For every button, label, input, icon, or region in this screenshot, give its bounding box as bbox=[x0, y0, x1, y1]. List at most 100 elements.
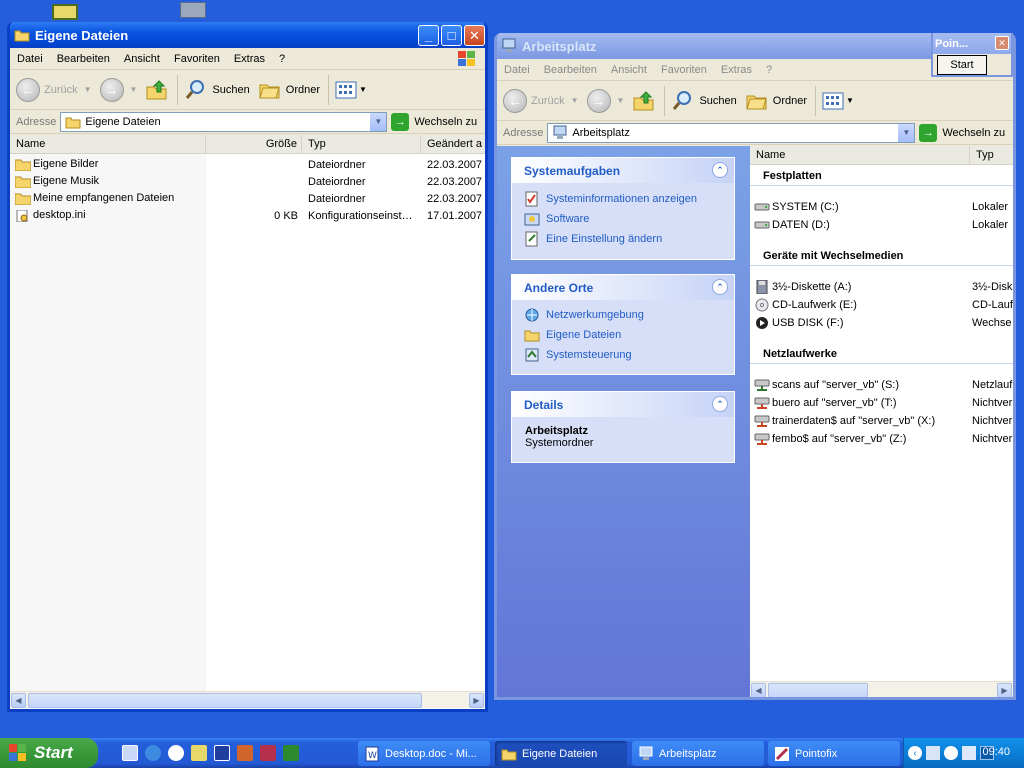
forward-button[interactable]: → ▼ bbox=[99, 77, 137, 102]
go-button[interactable]: → Wechseln zu bbox=[919, 123, 1005, 142]
list-item[interactable]: USB DISK (F:) Wechse bbox=[750, 314, 1013, 332]
menu-extras[interactable]: Extras bbox=[227, 53, 272, 65]
close-button[interactable]: ✕ bbox=[995, 36, 1009, 50]
menu-ansicht[interactable]: Ansicht bbox=[604, 64, 654, 76]
window-title: Arbeitsplatz bbox=[522, 38, 597, 54]
back-button[interactable]: ← Zurück ▼ bbox=[16, 77, 92, 102]
scroll-left-button[interactable]: ◀ bbox=[11, 693, 26, 708]
task-eigene-dateien[interactable]: Eigene Dateien bbox=[495, 741, 627, 766]
drive-list[interactable]: Name Typ Festplatten SYSTEM (C:) Lokaler … bbox=[750, 146, 1013, 697]
list-item[interactable]: scans auf "server_vb" (S:) Netzlauf bbox=[750, 376, 1013, 394]
menu-bearbeiten[interactable]: Bearbeiten bbox=[537, 64, 604, 76]
menu-favoriten[interactable]: Favoriten bbox=[654, 64, 714, 76]
quicklaunch-excel-icon[interactable] bbox=[283, 745, 299, 761]
up-folder-button[interactable] bbox=[632, 89, 656, 113]
scroll-thumb[interactable] bbox=[28, 693, 422, 708]
desktop-icon-clock[interactable] bbox=[52, 4, 78, 20]
list-item[interactable]: fembo$ auf "server_vb" (Z:) Nichtver bbox=[750, 430, 1013, 448]
quicklaunch-show-desktop-icon[interactable] bbox=[122, 745, 138, 761]
quicklaunch-media-icon[interactable] bbox=[168, 745, 184, 761]
address-input[interactable]: Arbeitsplatz ▼ bbox=[547, 122, 916, 143]
task-link[interactable]: Systeminformationen anzeigen bbox=[512, 189, 734, 209]
list-item[interactable]: Eigene Bilder Dateiordner 22.03.2007 bbox=[10, 156, 485, 173]
folders-button[interactable]: Ordner bbox=[745, 89, 807, 113]
column-type[interactable]: Typ bbox=[970, 146, 1013, 164]
menu-help[interactable]: ? bbox=[272, 53, 292, 65]
scroll-thumb[interactable] bbox=[768, 683, 868, 697]
clock[interactable]: 09:40 bbox=[982, 746, 1010, 758]
column-type[interactable]: Typ bbox=[302, 135, 421, 153]
list-item[interactable]: Eigene Musik Dateiordner 22.03.2007 bbox=[10, 173, 485, 190]
task-arbeitsplatz[interactable]: Arbeitsplatz bbox=[632, 741, 764, 766]
quicklaunch-ie-icon[interactable] bbox=[145, 745, 161, 761]
address-dropdown-button[interactable]: ▼ bbox=[897, 123, 915, 142]
tray-network-icon[interactable] bbox=[926, 746, 940, 760]
folders-button[interactable]: Ordner bbox=[258, 78, 320, 102]
menu-help[interactable]: ? bbox=[759, 64, 779, 76]
search-button[interactable]: Suchen bbox=[671, 89, 737, 113]
back-button[interactable]: ← Zurück ▼ bbox=[503, 88, 579, 113]
tray-expand-icon[interactable]: ‹ bbox=[908, 746, 922, 760]
list-item[interactable]: CD-Laufwerk (E:) CD-Lauf bbox=[750, 296, 1013, 314]
menu-extras[interactable]: Extras bbox=[714, 64, 759, 76]
horizontal-scrollbar[interactable]: ◀ ▶ bbox=[750, 681, 1013, 697]
up-folder-button[interactable] bbox=[145, 78, 169, 102]
place-link[interactable]: Systemsteuerung bbox=[512, 345, 734, 365]
collapse-icon[interactable]: ⌃ bbox=[712, 279, 728, 295]
desktop-icon-printer[interactable] bbox=[180, 2, 206, 18]
place-link[interactable]: Netzwerkumgebung bbox=[512, 305, 734, 325]
folder-icon bbox=[15, 176, 31, 188]
views-button[interactable]: ▼ bbox=[822, 91, 854, 111]
list-item[interactable]: DATEN (D:) Lokaler bbox=[750, 216, 1013, 234]
column-date[interactable]: Geändert a bbox=[421, 135, 485, 153]
minimize-button[interactable]: _ bbox=[418, 25, 439, 46]
place-link[interactable]: Eigene Dateien bbox=[512, 325, 734, 345]
forward-button[interactable]: → ▼ bbox=[586, 88, 624, 113]
close-button[interactable]: ✕ bbox=[464, 25, 485, 46]
list-item[interactable]: desktop.ini 0 KB Konfigurationseinst… 17… bbox=[10, 207, 485, 224]
go-button[interactable]: → Wechseln zu bbox=[391, 112, 477, 131]
title-bar[interactable]: Poin... ✕ bbox=[933, 33, 1011, 54]
scroll-left-button[interactable]: ◀ bbox=[751, 683, 766, 697]
start-button[interactable]: Start bbox=[0, 738, 98, 768]
quicklaunch-pointofix-icon[interactable] bbox=[260, 745, 276, 761]
column-size[interactable]: Größe bbox=[206, 135, 302, 153]
file-list[interactable]: Name Größe Typ Geändert a Eigene Bilder … bbox=[10, 135, 485, 709]
pointofix-start-button[interactable]: Start bbox=[937, 55, 987, 75]
maximize-button[interactable]: □ bbox=[441, 25, 462, 46]
tray-volume-icon[interactable] bbox=[962, 746, 976, 760]
task-word[interactable]: W Desktop.doc - Mi... bbox=[358, 741, 490, 766]
quicklaunch-word-icon[interactable] bbox=[214, 745, 230, 761]
panel-header[interactable]: Systemaufgaben ⌃ bbox=[512, 158, 734, 183]
collapse-icon[interactable]: ⌃ bbox=[712, 162, 728, 178]
menu-bearbeiten[interactable]: Bearbeiten bbox=[50, 53, 117, 65]
list-item[interactable]: SYSTEM (C:) Lokaler bbox=[750, 198, 1013, 216]
search-button[interactable]: Suchen bbox=[184, 78, 250, 102]
menu-datei[interactable]: Datei bbox=[10, 53, 50, 65]
views-button[interactable]: ▼ bbox=[335, 80, 367, 100]
address-input[interactable]: Eigene Dateien ▼ bbox=[60, 111, 388, 132]
quicklaunch-powerpoint-icon[interactable] bbox=[237, 745, 253, 761]
menu-favoriten[interactable]: Favoriten bbox=[167, 53, 227, 65]
quicklaunch-clock-icon[interactable] bbox=[191, 745, 207, 761]
list-item[interactable]: trainerdaten$ auf "server_vb" (X:) Nichtv… bbox=[750, 412, 1013, 430]
task-link[interactable]: Eine Einstellung ändern bbox=[512, 229, 734, 249]
scroll-right-button[interactable]: ▶ bbox=[469, 693, 484, 708]
address-dropdown-button[interactable]: ▼ bbox=[369, 112, 387, 131]
panel-header[interactable]: Andere Orte ⌃ bbox=[512, 275, 734, 300]
panel-header[interactable]: Details ⌃ bbox=[512, 392, 734, 417]
horizontal-scrollbar[interactable]: ◀ ▶ bbox=[10, 691, 485, 708]
scroll-right-button[interactable]: ▶ bbox=[997, 683, 1012, 697]
task-pointofix[interactable]: Pointofix bbox=[768, 741, 900, 766]
list-item[interactable]: 3½-Diskette (A:) 3½-Disk bbox=[750, 278, 1013, 296]
collapse-icon[interactable]: ⌃ bbox=[712, 396, 728, 412]
menu-datei[interactable]: Datei bbox=[497, 64, 537, 76]
column-name[interactable]: Name bbox=[750, 146, 970, 164]
task-link[interactable]: Software bbox=[512, 209, 734, 229]
list-item[interactable]: Meine empfangenen Dateien Dateiordner 22… bbox=[10, 190, 485, 207]
menu-ansicht[interactable]: Ansicht bbox=[117, 53, 167, 65]
list-item[interactable]: buero auf "server_vb" (T:) Nichtver bbox=[750, 394, 1013, 412]
title-bar[interactable]: Eigene Dateien _ □ ✕ bbox=[10, 22, 485, 48]
tray-media-icon[interactable] bbox=[944, 746, 958, 760]
column-name[interactable]: Name bbox=[10, 135, 206, 153]
